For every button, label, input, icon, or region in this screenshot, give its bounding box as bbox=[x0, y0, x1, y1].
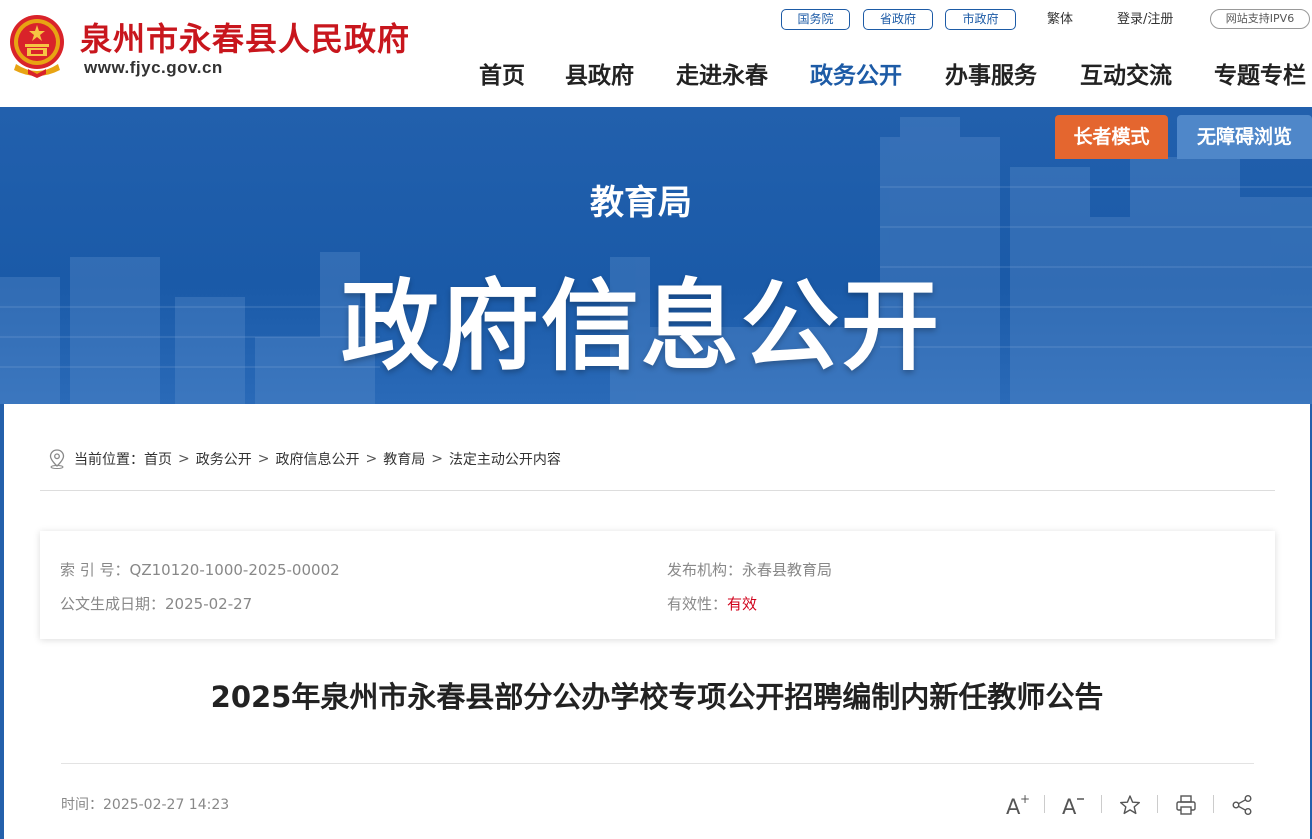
breadcrumb-separator: > bbox=[257, 451, 270, 467]
breadcrumb-separator: > bbox=[431, 451, 443, 467]
document-date-value: 2025-02-27 bbox=[165, 595, 253, 613]
svg-text:A: A bbox=[1006, 795, 1021, 818]
national-emblem-icon bbox=[10, 15, 64, 78]
breadcrumb-separator: > bbox=[365, 451, 378, 467]
publisher-value: 永春县教育局 bbox=[742, 561, 833, 579]
ipv6-badge: 网站支持IPV6 bbox=[1210, 9, 1310, 29]
breadcrumb-gov-info[interactable]: 政府信息公开 bbox=[275, 449, 359, 469]
document-metadata: 索 引 号：QZ10120-1000-2025-00002 公文生成日期：202… bbox=[40, 531, 1275, 639]
accessible-browse-button[interactable]: 无障碍浏览 bbox=[1177, 115, 1312, 159]
nav-gov-affairs[interactable]: 政务公开 bbox=[810, 56, 902, 90]
toolbar-divider bbox=[1157, 795, 1158, 813]
breadcrumb-separator: > bbox=[178, 451, 190, 467]
banner-title: 政府信息公开 bbox=[340, 270, 941, 384]
breadcrumb-label: 当前位置： bbox=[74, 452, 144, 468]
favorite-star-icon[interactable] bbox=[1117, 792, 1143, 818]
breadcrumb-education-bureau[interactable]: 教育局 bbox=[383, 449, 425, 469]
nav-special-topics[interactable]: 专题专栏 bbox=[1214, 56, 1306, 90]
validity-label: 有效性： bbox=[667, 595, 728, 613]
nav-interaction[interactable]: 互动交流 bbox=[1080, 56, 1172, 90]
index-number-value: QZ10120-1000-2025-00002 bbox=[129, 561, 340, 579]
nav-county-gov[interactable]: 县政府 bbox=[565, 56, 634, 90]
department-name: 教育局 bbox=[590, 183, 692, 223]
font-increase-icon[interactable]: A + bbox=[1004, 792, 1030, 818]
nav-services[interactable]: 办事服务 bbox=[945, 56, 1037, 90]
site-name[interactable]: 泉州市永春县人民政府 bbox=[80, 14, 410, 60]
toolbar-divider bbox=[1044, 795, 1045, 813]
main-content: 当前位置： 首页 > 政务公开 > 政府信息公开 > 教育局 > 法定主动公开内… bbox=[4, 404, 1310, 839]
link-province-gov[interactable]: 省政府 bbox=[863, 9, 933, 30]
toolbar-divider bbox=[1101, 795, 1102, 813]
toolbar-divider bbox=[1213, 795, 1214, 813]
login-register-link[interactable]: 登录/注册 bbox=[1117, 10, 1173, 29]
link-city-gov[interactable]: 市政府 bbox=[945, 9, 1016, 30]
print-icon[interactable] bbox=[1173, 792, 1199, 818]
publisher-label: 发布机构： bbox=[667, 561, 743, 579]
title-divider bbox=[61, 763, 1254, 764]
banner: 教育局 政府信息公开 长者模式 无障碍浏览 bbox=[0, 107, 1312, 404]
breadcrumb-divider bbox=[40, 490, 1275, 491]
validity: 有效性：有效 bbox=[667, 593, 757, 614]
font-decrease-icon[interactable]: A bbox=[1060, 792, 1086, 818]
publish-time-value: 2025-02-27 14:23 bbox=[103, 797, 230, 813]
article-title: 2025年泉州市永春县部分公办学校专项公开招聘编制内新任教师公告 bbox=[210, 680, 1104, 714]
traditional-chinese-link[interactable]: 繁体 bbox=[1047, 10, 1073, 29]
document-date: 公文生成日期：2025-02-27 bbox=[60, 593, 252, 614]
breadcrumb-home[interactable]: 首页 bbox=[144, 449, 172, 469]
breadcrumb: 当前位置： 首页 > 政务公开 > 政府信息公开 > 教育局 > 法定主动公开内… bbox=[48, 449, 561, 469]
publish-time: 时间：2025-02-27 14:23 bbox=[61, 794, 229, 814]
publisher: 发布机构：永春县教育局 bbox=[667, 559, 832, 580]
index-number: 索 引 号：QZ10120-1000-2025-00002 bbox=[60, 559, 340, 580]
publish-time-label: 时间： bbox=[61, 797, 103, 813]
document-date-label: 公文生成日期： bbox=[60, 595, 166, 613]
link-state-council[interactable]: 国务院 bbox=[781, 9, 850, 30]
svg-text:+: + bbox=[1020, 792, 1030, 806]
site-header: 泉州市永春县人民政府 www.fjyc.gov.cn 国务院 省政府 市政府 繁… bbox=[0, 0, 1312, 107]
elder-mode-button[interactable]: 长者模式 bbox=[1055, 115, 1168, 159]
nav-home[interactable]: 首页 bbox=[479, 56, 525, 90]
index-number-label: 索 引 号： bbox=[60, 561, 130, 579]
nav-about-yongchun[interactable]: 走进永春 bbox=[676, 56, 768, 90]
breadcrumb-statutory-content[interactable]: 法定主动公开内容 bbox=[449, 449, 561, 469]
location-pin-icon bbox=[49, 449, 65, 469]
site-url: www.fjyc.gov.cn bbox=[84, 58, 223, 77]
breadcrumb-gov-affairs[interactable]: 政务公开 bbox=[196, 449, 252, 469]
validity-value: 有效 bbox=[727, 595, 758, 613]
share-icon[interactable] bbox=[1229, 792, 1255, 818]
svg-text:A: A bbox=[1062, 795, 1077, 818]
